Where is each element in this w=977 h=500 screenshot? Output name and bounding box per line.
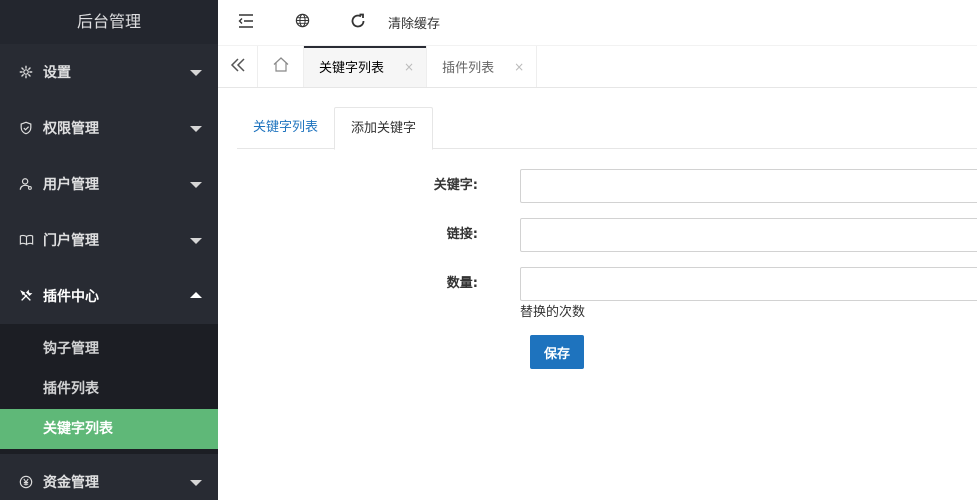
website-button[interactable] xyxy=(274,0,330,46)
tabs-scroll-left-button[interactable] xyxy=(218,46,258,87)
sidebar-item-funds[interactable]: 资金管理 xyxy=(0,454,218,500)
sidebar-menu-bottom: 资金管理 xyxy=(0,454,218,500)
tab-add-keyword[interactable]: 添加关键字 xyxy=(334,107,434,150)
form-row-link: 链接: xyxy=(218,218,977,252)
page-tabs-bar: 关键字列表 × 插件列表 × xyxy=(218,46,977,88)
top-header: 清除缓存 xyxy=(218,0,977,46)
sidebar-item-permissions[interactable]: 权限管理 xyxy=(0,100,218,156)
sidebar-item-plugins[interactable]: 插件中心 xyxy=(0,268,218,324)
chevron-up-icon xyxy=(190,292,202,298)
form-row-count: 数量: xyxy=(218,267,977,301)
chevron-down-icon xyxy=(190,182,202,188)
app-title: 后台管理 xyxy=(0,0,218,44)
page-tab-keyword-list[interactable]: 关键字列表 × xyxy=(304,46,428,87)
sidebar-subitem-keyword-list[interactable]: 关键字列表 xyxy=(0,409,218,449)
home-tab[interactable] xyxy=(258,46,304,87)
sidebar-item-users[interactable]: 用户管理 xyxy=(0,156,218,212)
globe-icon xyxy=(295,13,310,32)
sidebar-subitem-plugin-list[interactable]: 插件列表 xyxy=(0,369,218,409)
close-icon[interactable]: × xyxy=(514,60,524,74)
sidebar-item-label: 权限管理 xyxy=(43,121,99,137)
double-chevron-left-icon xyxy=(230,57,246,76)
sidebar-menu: 设置 权限管理 用户管理 门户管理 插件中心 xyxy=(0,44,218,324)
user-icon xyxy=(18,176,34,192)
chevron-down-icon xyxy=(190,70,202,76)
keyword-input[interactable] xyxy=(520,169,977,203)
yen-icon xyxy=(18,474,34,490)
sidebar-item-settings[interactable]: 设置 xyxy=(0,44,218,100)
book-icon xyxy=(18,232,34,248)
refresh-icon xyxy=(350,13,366,33)
link-label: 链接: xyxy=(446,227,478,242)
sidebar-item-label: 资金管理 xyxy=(43,475,99,491)
page-tab-label: 关键字列表 xyxy=(319,61,385,76)
sidebar-item-label: 插件中心 xyxy=(43,289,99,305)
sidebar-subitem-hooks[interactable]: 钩子管理 xyxy=(0,329,218,369)
sidebar-item-label: 门户管理 xyxy=(43,233,99,249)
page-tab-label: 插件列表 xyxy=(442,61,495,76)
sidebar-item-portal[interactable]: 门户管理 xyxy=(0,212,218,268)
sidebar: 后台管理 设置 权限管理 用户管理 门户管理 插件中心 钩子管理 插件列表 关键… xyxy=(0,0,218,500)
count-label: 数量: xyxy=(446,276,478,291)
page-tab-plugin-list[interactable]: 插件列表 × xyxy=(427,46,538,87)
chevron-down-icon xyxy=(190,238,202,244)
menu-fold-icon xyxy=(238,13,254,32)
chevron-down-icon xyxy=(190,126,202,132)
home-icon xyxy=(273,57,289,76)
sidebar-item-label: 用户管理 xyxy=(43,177,99,193)
sidebar-item-label: 设置 xyxy=(43,65,71,81)
refresh-button[interactable] xyxy=(330,0,386,46)
gear-icon xyxy=(18,64,34,80)
shield-check-icon xyxy=(18,120,34,136)
count-input[interactable] xyxy=(520,267,977,301)
link-input[interactable] xyxy=(520,218,977,252)
tools-icon xyxy=(18,288,34,304)
keyword-label: 关键字: xyxy=(433,178,478,193)
content-tabs: 关键字列表 添加关键字 xyxy=(237,107,977,150)
clear-cache-button[interactable]: 清除缓存 xyxy=(386,0,440,46)
main-content: 关键字列表 添加关键字 关键字: 链接: 数量: 替换的次数 保存 xyxy=(218,88,977,500)
tab-keyword-list[interactable]: 关键字列表 xyxy=(237,107,334,149)
chevron-down-icon xyxy=(190,480,202,486)
plugins-submenu: 钩子管理 插件列表 关键字列表 xyxy=(0,324,218,454)
save-button[interactable]: 保存 xyxy=(530,335,584,369)
form-row-keyword: 关键字: xyxy=(218,169,977,203)
count-hint: 替换的次数 xyxy=(520,305,586,320)
sidebar-toggle-button[interactable] xyxy=(218,0,274,46)
add-keyword-form: 关键字: 链接: 数量: 替换的次数 保存 xyxy=(218,169,977,369)
close-icon[interactable]: × xyxy=(404,60,414,74)
